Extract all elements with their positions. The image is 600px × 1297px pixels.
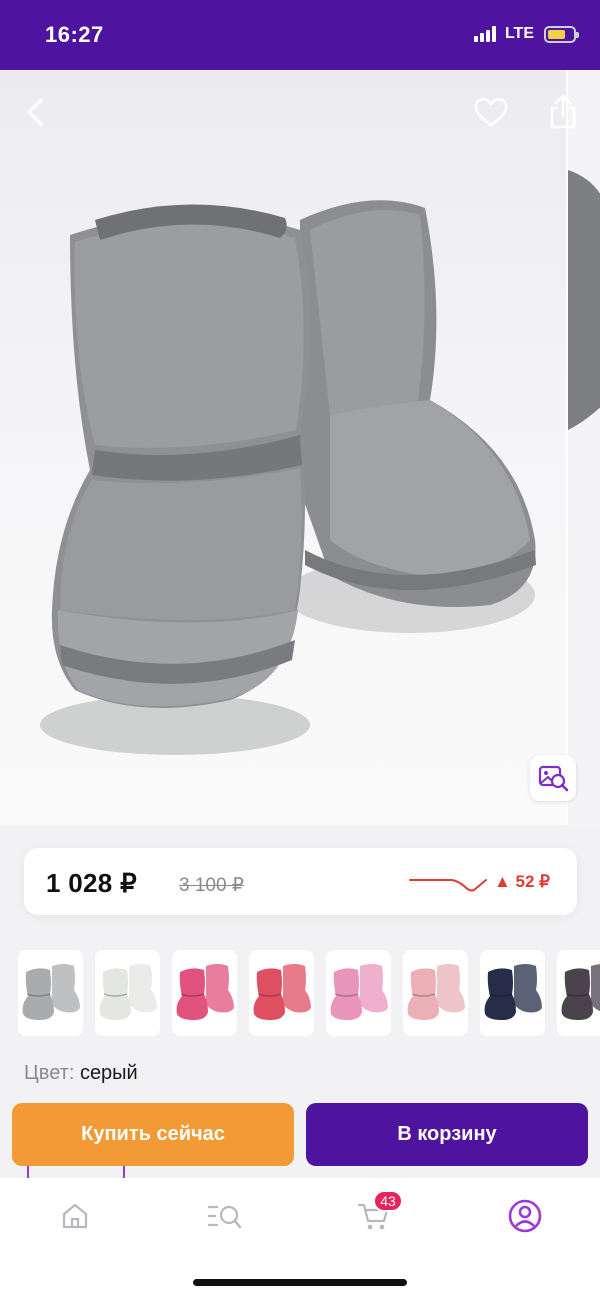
tab-catalog[interactable] (195, 1194, 255, 1238)
visual-search-button[interactable] (530, 755, 576, 801)
status-indicators: LTE (473, 25, 579, 43)
old-price: 3 100 ₽ (179, 875, 244, 896)
variant-boots-image (99, 964, 157, 1020)
next-photo-boot (568, 170, 600, 430)
variant-boots-image (22, 964, 80, 1020)
status-bar: 16:27 LTE (0, 0, 600, 70)
home-icon (62, 1203, 88, 1229)
favorite-button[interactable] (469, 90, 513, 134)
color-variant-3[interactable] (172, 950, 237, 1036)
profile-icon (508, 1199, 542, 1233)
battery-icon (544, 25, 579, 43)
tab-bar: 43 (0, 1178, 600, 1297)
heart-icon (474, 97, 508, 127)
tab-profile[interactable] (495, 1194, 555, 1238)
network-type: LTE (504, 25, 534, 42)
color-variants[interactable] (18, 950, 600, 1038)
color-variant-6[interactable] (403, 950, 468, 1036)
catalog-search-icon (207, 1205, 242, 1229)
variant-boots-image (407, 964, 465, 1020)
price-card[interactable]: 1 028 ₽ 3 100 ₽ ▲ 52 ₽ (24, 848, 577, 915)
product-gallery[interactable] (0, 70, 600, 825)
back-button[interactable] (14, 90, 58, 134)
signal-icon (473, 26, 496, 42)
status-time: 16:27 (45, 22, 104, 47)
cart-badge: 43 (373, 1190, 403, 1212)
buy-now-button[interactable]: Купить сейчас (12, 1103, 294, 1166)
add-to-cart-button[interactable]: В корзину (306, 1103, 588, 1166)
product-photo-boots (40, 200, 536, 755)
color-selection: Цвет: серый (24, 1062, 138, 1085)
variant-boots-image (330, 964, 388, 1020)
color-label: Цвет: (24, 1062, 75, 1084)
price-history-chart[interactable] (408, 872, 488, 896)
image-search-icon (538, 765, 569, 792)
share-button[interactable] (541, 90, 585, 134)
color-variant-2[interactable] (95, 950, 160, 1036)
variant-boots-image (253, 964, 311, 1020)
color-variant-4[interactable] (249, 950, 314, 1036)
home-indicator (193, 1279, 407, 1286)
next-photo-peek[interactable] (566, 70, 600, 825)
variant-boots-image (176, 964, 234, 1020)
price-change: ▲ 52 ₽ (494, 872, 550, 891)
tab-home[interactable] (45, 1194, 105, 1238)
color-variant-8[interactable] (557, 950, 600, 1036)
variant-boots-image (561, 964, 600, 1020)
variant-boots-image (484, 964, 542, 1020)
color-variant-1[interactable] (18, 950, 83, 1036)
current-price: 1 028 ₽ (46, 868, 137, 898)
share-icon (550, 94, 576, 129)
product-photo[interactable] (0, 70, 566, 825)
color-variant-7[interactable] (480, 950, 545, 1036)
color-value: серый (79, 1062, 138, 1084)
color-variant-5[interactable] (326, 950, 391, 1036)
chevron-left-icon (27, 98, 43, 126)
